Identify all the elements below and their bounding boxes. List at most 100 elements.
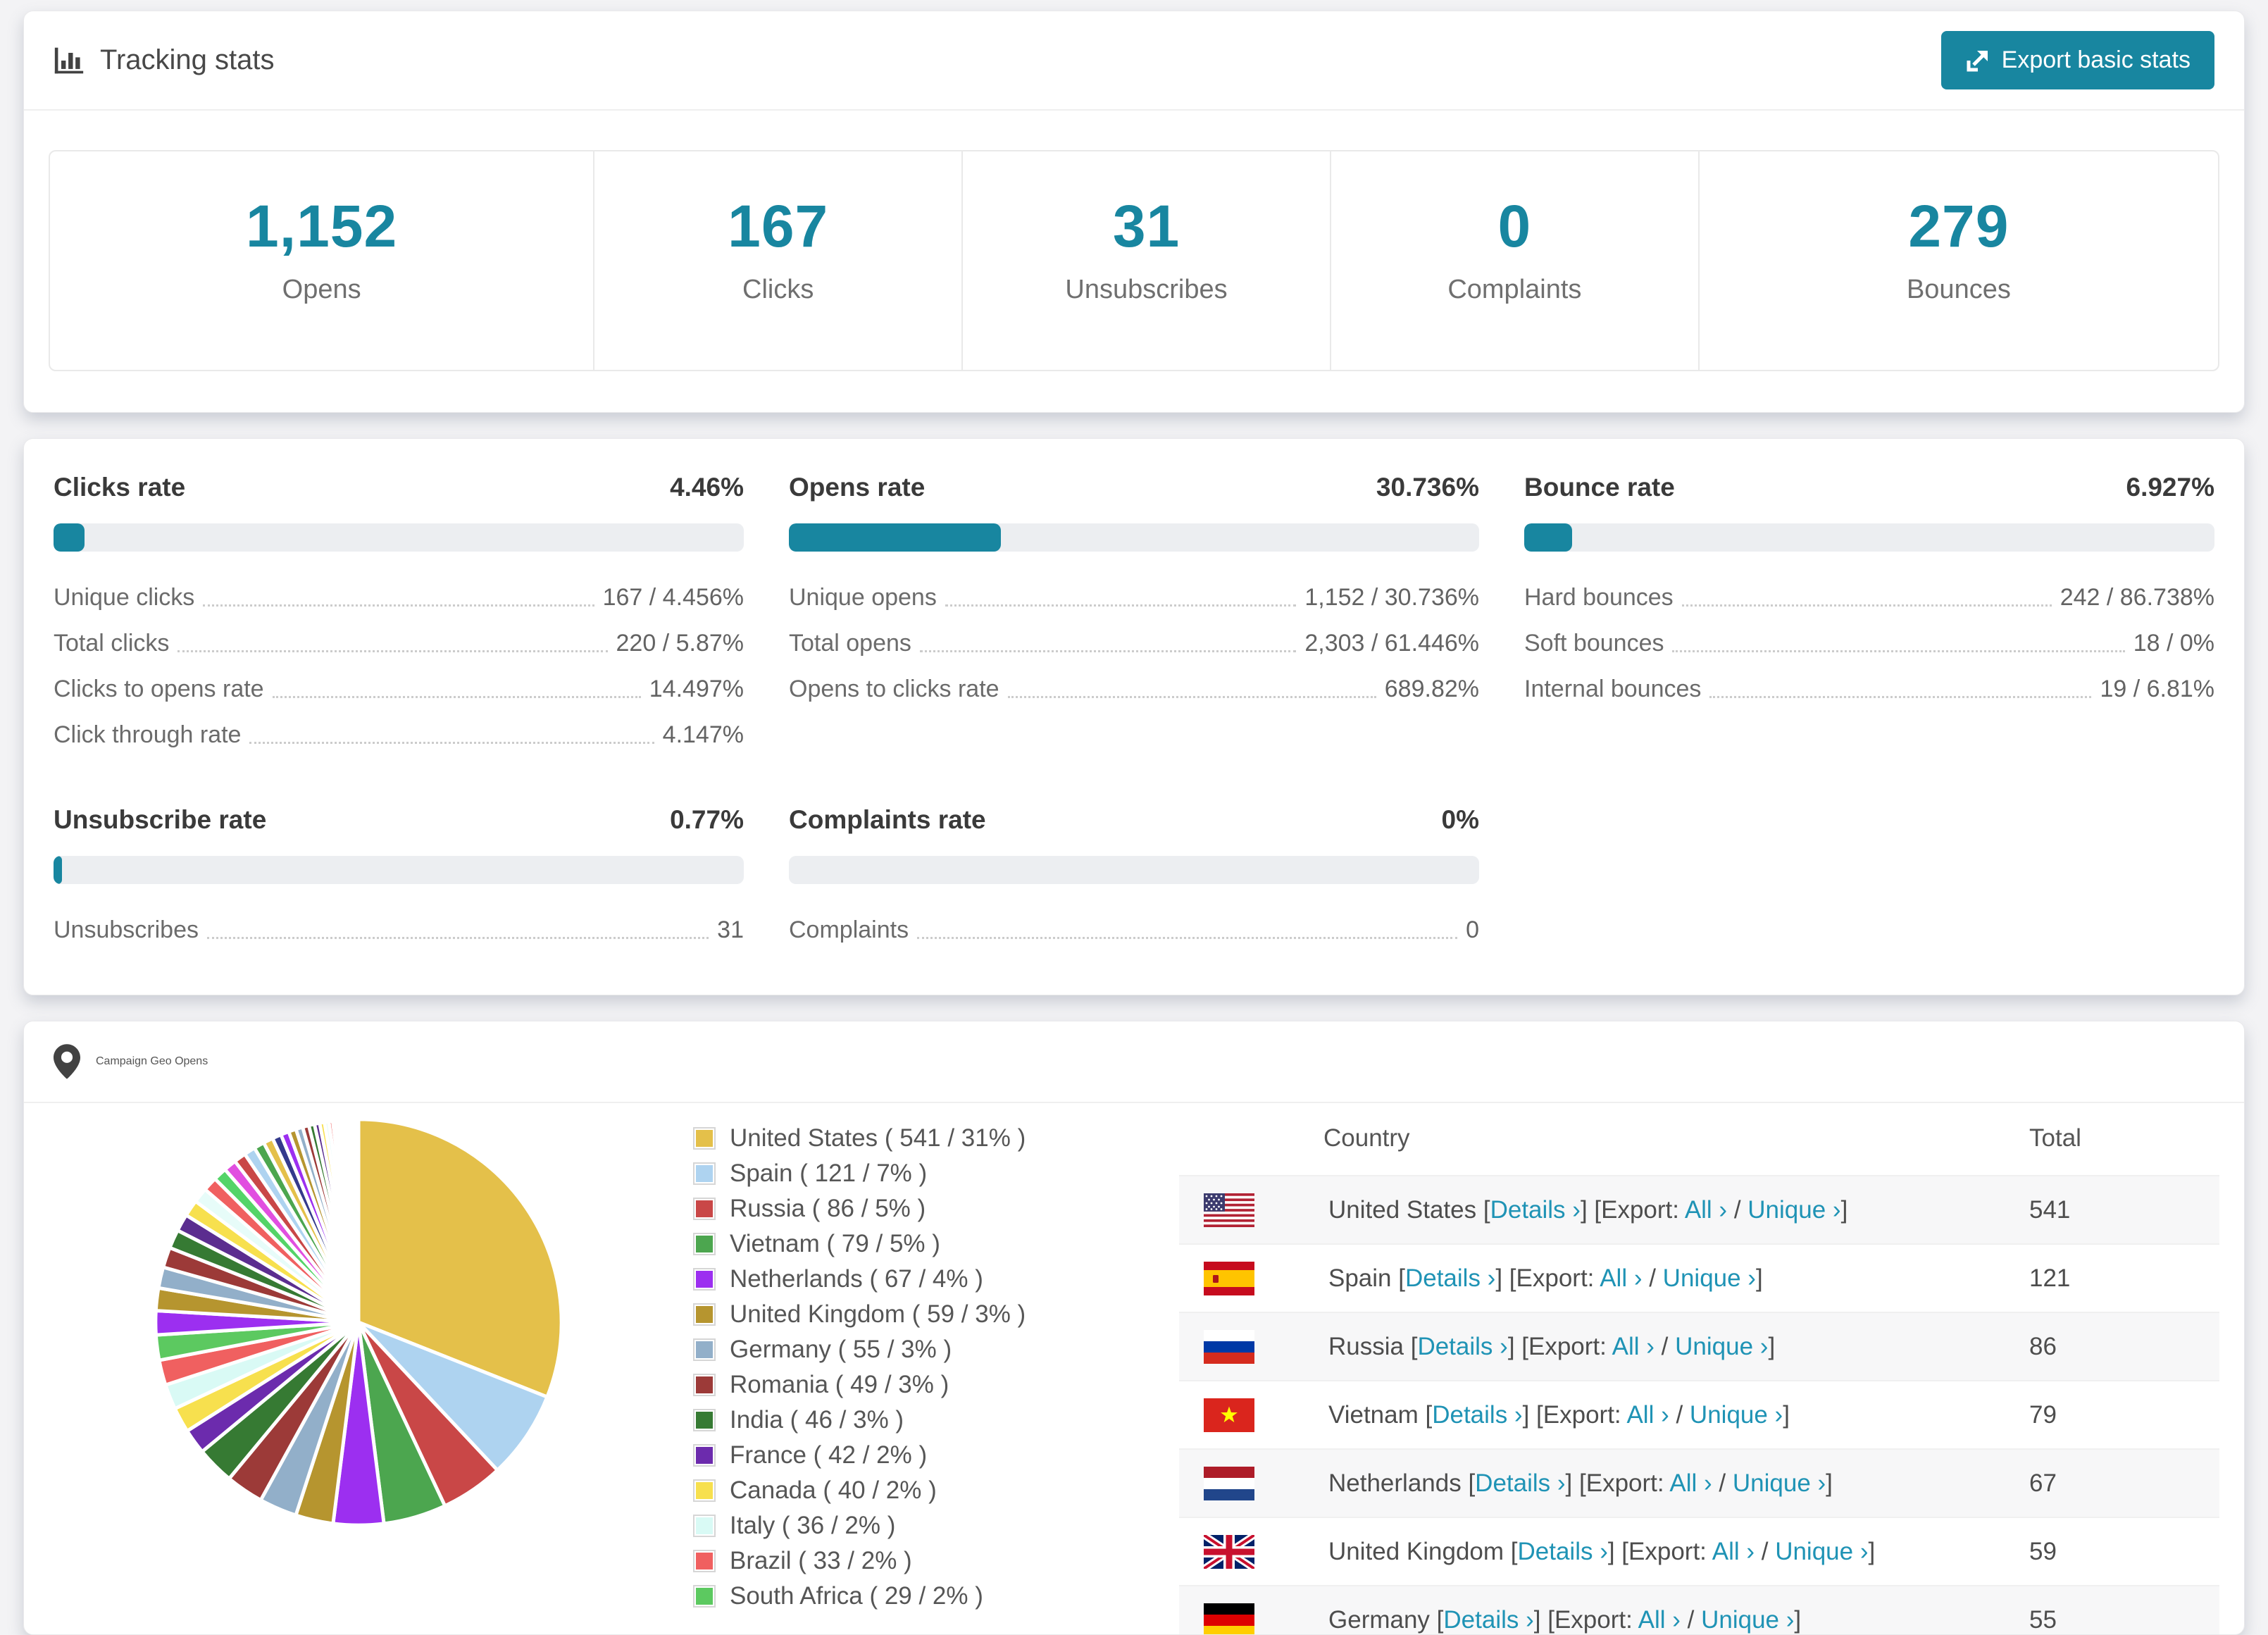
legend-swatch-color xyxy=(696,1271,713,1288)
rate-row-value: 31 xyxy=(717,916,744,944)
legend-swatch-color xyxy=(696,1236,713,1252)
export-unique-link-vietnam[interactable]: Unique › xyxy=(1690,1401,1783,1429)
rate-row-label: Complaints xyxy=(789,916,909,944)
stat-label: Complaints xyxy=(1338,275,1691,305)
legend-swatch-color xyxy=(696,1200,713,1217)
flag-nl-icon xyxy=(1204,1467,1254,1500)
geo-table-row-netherlands: Netherlands [Details ›] [Export: All › /… xyxy=(1179,1448,2219,1517)
country-cell: United States [Details ›] [Export: All ›… xyxy=(1328,1196,2029,1224)
country-cell: Russia [Details ›] [Export: All › / Uniq… xyxy=(1328,1333,2029,1361)
rate-head: Bounce rate6.927% xyxy=(1524,473,2214,502)
total-cell: 79 xyxy=(2029,1401,2219,1429)
details-link-russia[interactable]: Details › xyxy=(1417,1333,1507,1360)
legend-item-spain: Spain ( 121 / 7% ) xyxy=(693,1160,1151,1188)
export-unique-link-united-kingdom[interactable]: Unique › xyxy=(1775,1538,1868,1565)
export-all-link-russia[interactable]: All › xyxy=(1612,1333,1655,1360)
dotted-leader xyxy=(1709,696,2091,698)
rate-rows: Unique opens1,152 / 30.736%Total opens2,… xyxy=(789,584,1479,703)
dotted-leader xyxy=(207,937,709,939)
legend-label: Romania ( 49 / 3% ) xyxy=(730,1371,949,1399)
total-cell: 86 xyxy=(2029,1333,2219,1361)
export-all-link-united-kingdom[interactable]: All › xyxy=(1712,1538,1755,1565)
rate-row: Unique clicks 167 / 4.456% xyxy=(54,584,744,611)
rate-rows: Complaints0 xyxy=(789,916,1479,944)
country-cell: United Kingdom [Details ›] [Export: All … xyxy=(1328,1538,2029,1566)
dotted-leader xyxy=(1682,604,2052,607)
rate-row: Total clicks 220 / 5.87% xyxy=(54,630,744,657)
rate-rows: Unique clicks 167 / 4.456% Total clicks 220… xyxy=(54,584,744,749)
dotted-leader xyxy=(917,937,1457,939)
rate-row: Total opens2,303 / 61.446% xyxy=(789,630,1479,657)
rate-row-value: 14.497% xyxy=(649,676,744,703)
rate-block-bounce-rate: Bounce rate6.927% Hard bounces242 / 86.73… xyxy=(1524,473,2214,749)
details-link-united-states[interactable]: Details › xyxy=(1490,1196,1581,1224)
export-unique-link-spain[interactable]: Unique › xyxy=(1663,1264,1756,1292)
details-link-united-kingdom[interactable]: Details › xyxy=(1517,1538,1607,1565)
rate-row-label: Internal bounces xyxy=(1524,676,1701,703)
details-link-spain[interactable]: Details › xyxy=(1405,1264,1495,1292)
rate-row: Hard bounces242 / 86.738% xyxy=(1524,584,2214,611)
export-unique-link-russia[interactable]: Unique › xyxy=(1675,1333,1768,1360)
export-unique-link-united-states[interactable]: Unique › xyxy=(1747,1196,1840,1224)
legend-item-russia: Russia ( 86 / 5% ) xyxy=(693,1195,1151,1223)
export-all-link-spain[interactable]: All › xyxy=(1600,1264,1642,1292)
flag-es-icon xyxy=(1204,1262,1254,1295)
rate-row-value: 167 / 4.456% xyxy=(603,584,744,611)
export-all-link-vietnam[interactable]: All › xyxy=(1626,1401,1669,1429)
rate-value: 0% xyxy=(1442,805,1479,835)
rate-value: 4.46% xyxy=(670,473,744,502)
legend-label: India ( 46 / 3% ) xyxy=(730,1406,904,1434)
rate-row: Opens to clicks rate689.82% xyxy=(789,676,1479,703)
rate-value: 6.927% xyxy=(2126,473,2215,502)
export-unique-link-germany[interactable]: Unique › xyxy=(1701,1606,1794,1634)
legend-item-germany: Germany ( 55 / 3% ) xyxy=(693,1336,1151,1364)
export-unique-link-netherlands[interactable]: Unique › xyxy=(1733,1469,1826,1497)
geo-card: Campaign Geo Opens United States ( 541 /… xyxy=(23,1021,2245,1635)
export-all-link-germany[interactable]: All › xyxy=(1638,1606,1681,1634)
legend-swatch-color xyxy=(696,1341,713,1358)
geo-legend: United States ( 541 / 31% )Spain ( 121 /… xyxy=(693,1103,1151,1610)
rate-block-clicks-rate: Clicks rate4.46% Unique clicks 167 / 4.456… xyxy=(54,473,744,749)
rate-row-label: Soft bounces xyxy=(1524,630,1664,657)
rate-row-label: Unique clicks xyxy=(54,584,194,611)
stat-box-unsubscribes: 31Unsubscribes xyxy=(961,151,1330,370)
geo-table-row-germany: Germany [Details ›] [Export: All › / Uni… xyxy=(1179,1585,2219,1635)
stat-value: 279 xyxy=(1707,192,2211,261)
rate-row: Unsubscribes31 xyxy=(54,916,744,944)
country-cell: Vietnam [Details ›] [Export: All › / Uni… xyxy=(1328,1401,2029,1429)
rate-row-label: Hard bounces xyxy=(1524,584,1674,611)
export-all-link-united-states[interactable]: All › xyxy=(1685,1196,1727,1224)
export-basic-stats-button[interactable]: Export basic stats xyxy=(1941,31,2214,89)
legend-label: Italy ( 36 / 2% ) xyxy=(730,1512,895,1540)
legend-label: Russia ( 86 / 5% ) xyxy=(730,1195,926,1223)
rate-block-unsubscribe-rate: Unsubscribe rate0.77%Unsubscribes31 xyxy=(54,805,744,944)
rate-progress-fill xyxy=(54,856,62,884)
rate-head: Clicks rate4.46% xyxy=(54,473,744,502)
export-icon xyxy=(1965,48,1990,73)
total-cell: 59 xyxy=(2029,1538,2219,1566)
legend-swatch-color xyxy=(696,1376,713,1393)
rate-row: Internal bounces19 / 6.81% xyxy=(1524,676,2214,703)
legend-item-netherlands: Netherlands ( 67 / 4% ) xyxy=(693,1265,1151,1293)
page-title: Tracking stats xyxy=(54,44,274,76)
rate-row: Click through rate4.147% xyxy=(54,721,744,749)
rate-row-label: Opens to clicks rate xyxy=(789,676,999,703)
rate-row-label: Total opens xyxy=(789,630,911,657)
rate-row-label: Total clicks xyxy=(54,630,169,657)
legend-label: Canada ( 40 / 2% ) xyxy=(730,1477,937,1505)
export-all-link-netherlands[interactable]: All › xyxy=(1669,1469,1712,1497)
rate-row-value: 220 / 5.87% xyxy=(616,630,744,657)
legend-swatch xyxy=(693,1198,716,1220)
flag-ru-icon xyxy=(1204,1330,1254,1364)
details-link-netherlands[interactable]: Details › xyxy=(1475,1469,1565,1497)
geo-table-row-vietnam: Vietnam [Details ›] [Export: All › / Uni… xyxy=(1179,1380,2219,1448)
geo-table-header-row: Country Total xyxy=(1179,1110,2219,1175)
rate-block-opens-rate: Opens rate30.736%Unique opens1,152 / 30.… xyxy=(789,473,1479,749)
rate-progress-fill xyxy=(789,523,1001,552)
geo-table-row-russia: Russia [Details ›] [Export: All › / Uniq… xyxy=(1179,1312,2219,1380)
details-link-germany[interactable]: Details › xyxy=(1443,1606,1533,1634)
legend-swatch-color xyxy=(696,1130,713,1147)
details-link-vietnam[interactable]: Details › xyxy=(1432,1401,1522,1429)
legend-swatch-color xyxy=(696,1482,713,1499)
tracking-stats-card: Tracking stats Export basic stats 1,152O… xyxy=(23,11,2245,413)
